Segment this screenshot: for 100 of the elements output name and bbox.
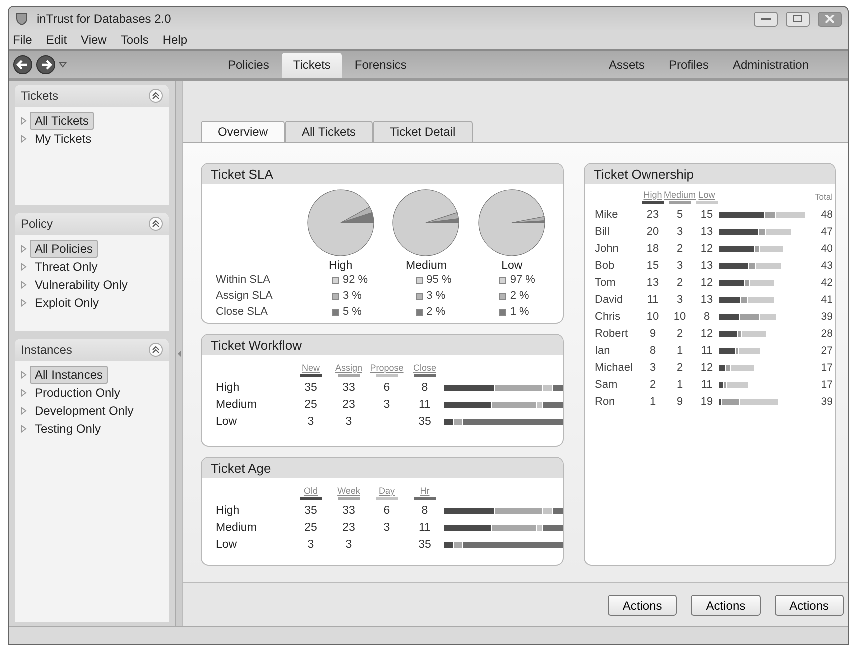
minimize-icon <box>761 17 771 21</box>
forward-icon[interactable] <box>36 54 56 74</box>
sidebar-item[interactable]: Testing Only <box>21 421 164 437</box>
table-cell-text: 1 <box>648 396 658 408</box>
table-cell-text: 42 <box>820 277 833 289</box>
table-cell-text: 11 <box>418 522 432 534</box>
table-cell-text: 19 <box>700 396 714 408</box>
sidebar-item[interactable]: Exploit Only <box>21 295 164 311</box>
table-cell-text: 20 <box>646 226 660 238</box>
actions-button[interactable]: Actions <box>774 595 844 616</box>
owner-name: Michael <box>595 362 634 374</box>
column-header[interactable]: Close <box>413 363 436 373</box>
table-cell: 5 % <box>343 306 362 318</box>
table-cell-text: 25 <box>304 399 318 411</box>
chevron-icon <box>152 92 160 100</box>
column-header[interactable]: Low <box>698 190 716 200</box>
table-cell-text: 3 <box>676 260 684 272</box>
menu-item[interactable]: View <box>81 33 107 47</box>
table-cell-text: 17 <box>820 379 833 391</box>
column-header[interactable]: Propose <box>370 363 404 373</box>
table-cell: 3 % <box>426 290 446 302</box>
table-cell-text: 11 <box>646 294 660 306</box>
table-cell-text: 13 <box>700 294 714 306</box>
table-cell-text: 25 <box>304 522 318 534</box>
actions-button[interactable]: Actions <box>691 595 761 616</box>
chart-title: Low <box>502 260 523 272</box>
triangle-icon <box>21 407 27 415</box>
menu-item[interactable]: Tools <box>120 33 149 47</box>
triangle-icon <box>21 389 27 397</box>
table-cell-text: 1 <box>676 379 684 391</box>
minimize-button[interactable] <box>754 12 778 26</box>
table-cell-text: 47 <box>820 226 833 238</box>
column-header[interactable]: New <box>302 363 320 373</box>
triangle-icon <box>21 299 27 307</box>
maximize-button[interactable] <box>786 12 810 26</box>
menu-item[interactable]: Edit <box>46 33 68 47</box>
chart-title: Medium <box>406 260 447 272</box>
table-cell-text: 11 <box>700 379 714 391</box>
column-header[interactable]: Hr <box>420 486 430 496</box>
nav-tab[interactable]: Administration <box>722 53 820 78</box>
close-button[interactable] <box>818 12 842 26</box>
content-tab[interactable]: All Tickets <box>285 121 374 142</box>
content-tab[interactable]: Ticket Detail <box>373 121 473 142</box>
menu-item[interactable]: Help <box>162 33 188 47</box>
sidebar-item[interactable]: Production Only <box>21 385 164 401</box>
owner-name: Tom <box>595 277 617 289</box>
table-cell-text: 2 <box>676 277 684 289</box>
chevron-icon <box>152 220 160 228</box>
collapse-button[interactable] <box>149 89 164 103</box>
sidebar-item[interactable]: Vulnerability Only <box>21 277 164 293</box>
table-cell-text: 12 <box>700 362 714 374</box>
table-cell-text: 12 <box>700 328 714 340</box>
table-cell-text: 15 <box>700 209 714 221</box>
panel-title: Instances <box>21 343 72 357</box>
collapse-button[interactable] <box>149 343 164 357</box>
sidebar-item[interactable]: My Tickets <box>21 131 164 147</box>
column-header[interactable]: High <box>644 190 662 200</box>
column-header[interactable]: Old <box>304 486 318 496</box>
column-header[interactable]: Assign <box>335 363 362 373</box>
column-header[interactable]: Day <box>378 486 395 496</box>
column-header[interactable]: Medium <box>664 190 696 200</box>
table-cell: 95 % <box>426 274 452 286</box>
actions-button[interactable]: Actions <box>608 595 678 616</box>
column-header[interactable]: Week <box>338 486 360 496</box>
back-icon[interactable] <box>13 54 33 74</box>
table-cell: 1 % <box>510 306 530 318</box>
table-cell-text: 15 <box>646 260 660 272</box>
table-cell-text: 13 <box>700 226 714 238</box>
row-label: High <box>216 505 241 517</box>
nav-tab[interactable]: Forensics <box>344 53 418 78</box>
nav-tab[interactable]: Profiles <box>658 53 720 78</box>
collapse-button[interactable] <box>149 217 164 231</box>
row-label: Medium <box>216 522 258 534</box>
window-title: inTrust for Databases 2.0 <box>37 12 172 26</box>
content-tab[interactable]: Overview <box>201 121 286 142</box>
triangle-icon <box>21 281 27 289</box>
column-header: Total <box>815 192 833 202</box>
close-icon <box>825 15 835 23</box>
owner-name: Mike <box>595 209 620 221</box>
card-title: Ticket Age <box>202 458 563 478</box>
table-cell-text: 8 <box>702 311 712 323</box>
panel-title: Tickets <box>21 89 59 103</box>
table-cell-text: 3 <box>306 416 316 428</box>
triangle-icon <box>21 117 27 125</box>
table-cell-text: 33 <box>342 382 356 394</box>
table-cell-text: 35 <box>304 382 318 394</box>
caret-icon[interactable] <box>59 62 67 68</box>
card-title: Ticket SLA <box>202 164 563 184</box>
table-cell-text: 3 <box>306 539 316 551</box>
sidebar-item[interactable]: Development Only <box>21 403 164 419</box>
table-cell-text: 9 <box>648 328 658 340</box>
nav-tab[interactable]: Assets <box>598 53 656 78</box>
table-cell-text: 1 <box>676 345 684 357</box>
nav-tab[interactable]: Tickets <box>282 53 342 78</box>
card-title: Ticket Workflow <box>202 335 563 355</box>
table-cell-text: 3 <box>648 362 658 374</box>
nav-tab[interactable]: Policies <box>217 53 280 78</box>
table-cell-text: 3 <box>344 416 354 428</box>
sidebar-item[interactable]: Threat Only <box>21 259 164 275</box>
menu-item[interactable]: File <box>13 33 32 47</box>
